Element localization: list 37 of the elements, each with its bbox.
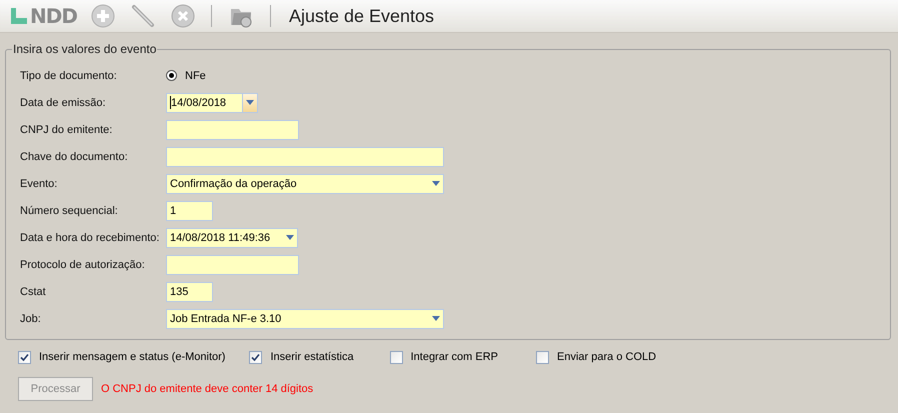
- input-field[interactable]: [166, 120, 299, 140]
- error-message: O CNPJ do emitente deve conter 14 dígitos: [101, 383, 314, 395]
- input-field[interactable]: 1: [166, 200, 213, 220]
- group-title: Insira os valores do evento: [12, 42, 158, 56]
- field-label: Protocolo de autorização:: [20, 258, 146, 270]
- dropdown-arrow-icon: [246, 100, 254, 105]
- select-field[interactable]: Confirmação da operação: [166, 174, 444, 194]
- field-label: Cstat: [20, 286, 47, 298]
- select-field[interactable]: Job Entrada NF-e 3.10: [166, 308, 444, 328]
- checkbox[interactable]: [536, 350, 550, 364]
- radio-label[interactable]: NFe: [185, 70, 206, 82]
- checkbox[interactable]: [18, 350, 31, 364]
- dropdown-arrow-icon: [432, 316, 440, 321]
- checkbox-label[interactable]: Inserir mensagem e status (e-Monitor): [39, 351, 226, 363]
- field-label: Tipo de documento:: [20, 70, 118, 82]
- radio-button[interactable]: [166, 70, 177, 81]
- logo-icon: [10, 7, 28, 25]
- field-label: Job:: [20, 312, 42, 324]
- date-field[interactable]: 14/08/2018: [166, 92, 242, 112]
- dropdown-arrow-icon: [432, 181, 440, 186]
- logo-text: NDD: [30, 4, 77, 28]
- checkbox-label[interactable]: Integrar com ERP: [410, 351, 498, 363]
- field-label: Data de emissão:: [20, 96, 107, 108]
- field-label: Chave do documento:: [20, 150, 129, 162]
- field-label: Número sequencial:: [20, 204, 119, 216]
- dropdown-button[interactable]: [242, 92, 258, 112]
- field-label: Data e hora do recebimento:: [20, 232, 160, 244]
- checkbox[interactable]: [249, 350, 262, 364]
- field-label: CNPJ do emitente:: [20, 124, 114, 136]
- input-field[interactable]: [166, 146, 444, 166]
- input-field[interactable]: [166, 254, 299, 274]
- checkbox[interactable]: [390, 350, 403, 364]
- input-field[interactable]: 135: [166, 282, 213, 302]
- window-title: Ajuste de Eventos: [288, 6, 434, 26]
- field-label: Evento:: [20, 178, 58, 190]
- checkbox-label[interactable]: Enviar para o COLD: [557, 351, 656, 363]
- checkbox-label[interactable]: Inserir estatística: [270, 351, 354, 363]
